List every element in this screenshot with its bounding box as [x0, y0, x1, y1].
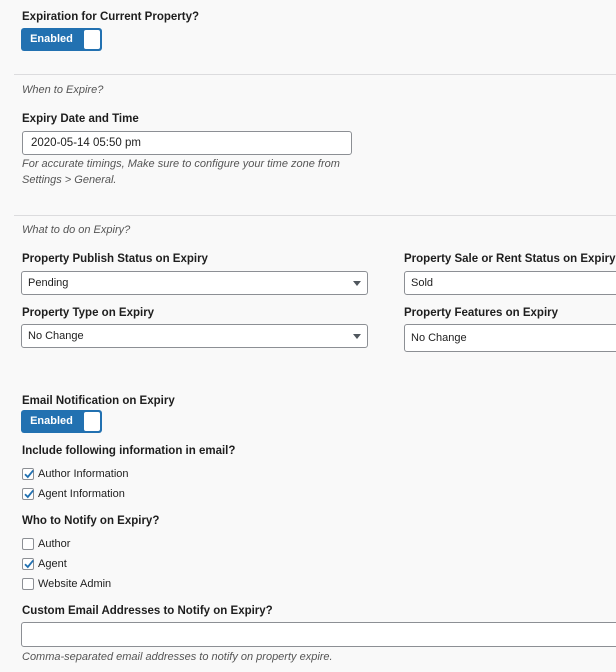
- when-section-title: When to Expire?: [22, 84, 104, 96]
- expiry-date-help-1: For accurate timings, Make sure to confi…: [22, 158, 340, 170]
- author-info-label: Author Information: [38, 468, 129, 480]
- custom-emails-help: Comma-separated email addresses to notif…: [22, 651, 333, 663]
- publish-status-select[interactable]: Pending: [21, 271, 368, 295]
- check-icon: [24, 559, 34, 569]
- sale-status-label: Property Sale or Rent Status on Expiry: [404, 253, 616, 265]
- expiration-label: Expiration for Current Property?: [22, 11, 199, 23]
- include-info-label: Include following information in email?: [22, 445, 236, 457]
- property-features-select[interactable]: No Change: [404, 324, 616, 352]
- sale-status-value: Sold: [411, 277, 434, 289]
- notify-label: Who to Notify on Expiry?: [22, 515, 160, 527]
- agent-info-label: Agent Information: [38, 488, 125, 500]
- email-notification-toggle[interactable]: Enabled: [21, 410, 102, 433]
- property-features-value: No Change: [411, 332, 467, 344]
- notify-website-admin[interactable]: Website Admin: [22, 577, 111, 591]
- chevron-down-icon: [353, 334, 361, 339]
- check-icon: [24, 489, 34, 499]
- expiry-date-input[interactable]: 2020-05-14 05:50 pm: [22, 131, 352, 155]
- publish-status-value: Pending: [28, 277, 69, 289]
- check-icon: [24, 469, 34, 479]
- property-type-label: Property Type on Expiry: [22, 307, 155, 319]
- divider: [14, 74, 616, 75]
- toggle-knob: [84, 30, 100, 49]
- property-type-value: No Change: [28, 330, 84, 342]
- notify-agent-checkbox[interactable]: [22, 558, 34, 570]
- property-features-label: Property Features on Expiry: [404, 307, 559, 319]
- expiration-toggle-label: Enabled: [30, 33, 73, 45]
- include-agent-info[interactable]: Agent Information: [22, 487, 125, 501]
- expiry-date-help-2: Settings > General.: [22, 174, 117, 186]
- toggle-knob: [84, 412, 100, 431]
- notify-agent-label: Agent: [38, 558, 67, 570]
- what-section-title: What to do on Expiry?: [22, 224, 131, 236]
- notify-author-label: Author: [38, 538, 71, 550]
- notify-agent[interactable]: Agent: [22, 557, 67, 571]
- divider: [14, 215, 616, 216]
- notify-author-checkbox[interactable]: [22, 538, 34, 550]
- agent-info-checkbox[interactable]: [22, 488, 34, 500]
- email-notification-label: Email Notification on Expiry: [22, 395, 175, 407]
- custom-emails-label: Custom Email Addresses to Notify on Expi…: [22, 605, 273, 617]
- include-author-info[interactable]: Author Information: [22, 467, 129, 481]
- notify-admin-checkbox[interactable]: [22, 578, 34, 590]
- expiration-toggle[interactable]: Enabled: [21, 28, 102, 51]
- chevron-down-icon: [353, 281, 361, 286]
- sale-status-select[interactable]: Sold: [404, 271, 616, 295]
- email-notification-toggle-label: Enabled: [30, 415, 73, 427]
- publish-status-label: Property Publish Status on Expiry: [22, 253, 208, 265]
- property-type-select[interactable]: No Change: [21, 324, 368, 348]
- expiry-date-label: Expiry Date and Time: [22, 113, 139, 125]
- notify-admin-label: Website Admin: [38, 578, 112, 590]
- notify-author[interactable]: Author: [22, 537, 70, 551]
- custom-emails-input[interactable]: [21, 622, 616, 647]
- author-info-checkbox[interactable]: [22, 468, 34, 480]
